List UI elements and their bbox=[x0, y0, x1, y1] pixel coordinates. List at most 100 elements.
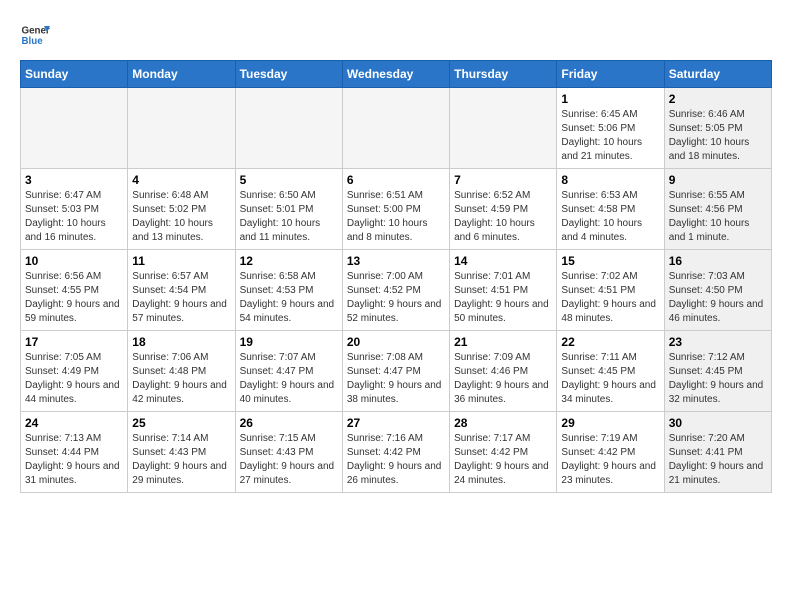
day-info: Sunrise: 7:01 AM Sunset: 4:51 PM Dayligh… bbox=[454, 270, 552, 326]
calendar-cell: 5Sunrise: 6:50 AM Sunset: 5:01 PM Daylig… bbox=[235, 169, 342, 250]
weekday-header-sunday: Sunday bbox=[21, 61, 128, 88]
calendar-week-5: 24Sunrise: 7:13 AM Sunset: 4:44 PM Dayli… bbox=[21, 412, 772, 493]
day-number: 20 bbox=[347, 335, 445, 349]
day-info: Sunrise: 7:08 AM Sunset: 4:47 PM Dayligh… bbox=[347, 351, 445, 407]
day-info: Sunrise: 6:55 AM Sunset: 4:56 PM Dayligh… bbox=[669, 189, 767, 245]
day-info: Sunrise: 6:56 AM Sunset: 4:55 PM Dayligh… bbox=[25, 270, 123, 326]
day-info: Sunrise: 6:53 AM Sunset: 4:58 PM Dayligh… bbox=[561, 189, 659, 245]
weekday-header-thursday: Thursday bbox=[450, 61, 557, 88]
day-number: 12 bbox=[240, 254, 338, 268]
weekday-header-saturday: Saturday bbox=[664, 61, 771, 88]
day-number: 30 bbox=[669, 416, 767, 430]
day-number: 29 bbox=[561, 416, 659, 430]
calendar-week-2: 3 Sunrise: 6:47 AM Sunset: 5:03 PM Daylig… bbox=[21, 169, 772, 250]
calendar-week-1: 1 Sunrise: 6:45 AM Sunset: 5:06 PM Daylig… bbox=[21, 88, 772, 169]
day-info: Sunrise: 7:02 AM Sunset: 4:51 PM Dayligh… bbox=[561, 270, 659, 326]
calendar-cell bbox=[450, 88, 557, 169]
calendar-cell: 21 Sunrise: 7:09 AM Sunset: 4:46 PM Dayli… bbox=[450, 331, 557, 412]
calendar-cell: 7 Sunrise: 6:52 AM Sunset: 4:59 PM Daylig… bbox=[450, 169, 557, 250]
calendar-cell bbox=[21, 88, 128, 169]
calendar-cell: 18 Sunrise: 7:06 AM Sunset: 4:48 PM Dayli… bbox=[128, 331, 235, 412]
calendar-cell: 3 Sunrise: 6:47 AM Sunset: 5:03 PM Daylig… bbox=[21, 169, 128, 250]
svg-text:Blue: Blue bbox=[22, 36, 44, 47]
day-info: Sunrise: 6:47 AM Sunset: 5:03 PM Dayligh… bbox=[25, 189, 123, 245]
day-number: 18 bbox=[132, 335, 230, 349]
day-info: Sunrise: 7:11 AM Sunset: 4:45 PM Dayligh… bbox=[561, 351, 659, 407]
calendar-cell: 13 Sunrise: 7:00 AM Sunset: 4:52 PM Dayli… bbox=[342, 250, 449, 331]
calendar-cell: 15 Sunrise: 7:02 AM Sunset: 4:51 PM Dayli… bbox=[557, 250, 664, 331]
day-number: 16 bbox=[669, 254, 767, 268]
calendar-cell bbox=[128, 88, 235, 169]
day-number: 8 bbox=[561, 173, 659, 187]
day-number: 22 bbox=[561, 335, 659, 349]
day-info: Sunrise: 7:09 AM Sunset: 4:46 PM Dayligh… bbox=[454, 351, 552, 407]
calendar-cell: 22 Sunrise: 7:11 AM Sunset: 4:45 PM Dayli… bbox=[557, 331, 664, 412]
calendar-cell: 29 Sunrise: 7:19 AM Sunset: 4:42 PM Dayli… bbox=[557, 412, 664, 493]
calendar-cell: 20 Sunrise: 7:08 AM Sunset: 4:47 PM Dayli… bbox=[342, 331, 449, 412]
calendar-cell: 30 Sunrise: 7:20 AM Sunset: 4:41 PM Dayli… bbox=[664, 412, 771, 493]
day-info: Sunrise: 7:00 AM Sunset: 4:52 PM Dayligh… bbox=[347, 270, 445, 326]
day-number: 15 bbox=[561, 254, 659, 268]
day-info: Sunrise: 7:15 AM Sunset: 4:43 PM Dayligh… bbox=[240, 432, 338, 488]
day-number: 9 bbox=[669, 173, 767, 187]
calendar-cell: 24Sunrise: 7:13 AM Sunset: 4:44 PM Dayli… bbox=[21, 412, 128, 493]
day-info: Sunrise: 6:51 AM Sunset: 5:00 PM Dayligh… bbox=[347, 189, 445, 245]
calendar-cell: 12 Sunrise: 6:58 AM Sunset: 4:53 PM Dayli… bbox=[235, 250, 342, 331]
calendar-cell: 19 Sunrise: 7:07 AM Sunset: 4:47 PM Dayli… bbox=[235, 331, 342, 412]
day-number: 6 bbox=[347, 173, 445, 187]
day-info: Sunrise: 6:58 AM Sunset: 4:53 PM Dayligh… bbox=[240, 270, 338, 326]
calendar-cell: 25Sunrise: 7:14 AM Sunset: 4:43 PM Dayli… bbox=[128, 412, 235, 493]
calendar-cell: 28Sunrise: 7:17 AM Sunset: 4:42 PM Dayli… bbox=[450, 412, 557, 493]
day-number: 7 bbox=[454, 173, 552, 187]
weekday-header-monday: Monday bbox=[128, 61, 235, 88]
calendar-table: SundayMondayTuesdayWednesdayThursdayFrid… bbox=[20, 60, 772, 493]
day-number: 25 bbox=[132, 416, 230, 430]
day-number: 11 bbox=[132, 254, 230, 268]
calendar-cell: 16 Sunrise: 7:03 AM Sunset: 4:50 PM Dayli… bbox=[664, 250, 771, 331]
calendar-cell: 10Sunrise: 6:56 AM Sunset: 4:55 PM Dayli… bbox=[21, 250, 128, 331]
logo: General Blue bbox=[20, 20, 50, 50]
day-info: Sunrise: 7:19 AM Sunset: 4:42 PM Dayligh… bbox=[561, 432, 659, 488]
day-info: Sunrise: 7:20 AM Sunset: 4:41 PM Dayligh… bbox=[669, 432, 767, 488]
calendar-cell: 26 Sunrise: 7:15 AM Sunset: 4:43 PM Dayli… bbox=[235, 412, 342, 493]
day-number: 21 bbox=[454, 335, 552, 349]
calendar-cell: 2Sunrise: 6:46 AM Sunset: 5:05 PM Daylig… bbox=[664, 88, 771, 169]
day-number: 17 bbox=[25, 335, 123, 349]
calendar-cell bbox=[342, 88, 449, 169]
day-info: Sunrise: 7:17 AM Sunset: 4:42 PM Dayligh… bbox=[454, 432, 552, 488]
day-number: 24 bbox=[25, 416, 123, 430]
day-number: 1 bbox=[561, 92, 659, 106]
day-info: Sunrise: 6:48 AM Sunset: 5:02 PM Dayligh… bbox=[132, 189, 230, 245]
day-info: Sunrise: 7:07 AM Sunset: 4:47 PM Dayligh… bbox=[240, 351, 338, 407]
day-info: Sunrise: 7:05 AM Sunset: 4:49 PM Dayligh… bbox=[25, 351, 123, 407]
day-number: 19 bbox=[240, 335, 338, 349]
day-number: 23 bbox=[669, 335, 767, 349]
day-info: Sunrise: 6:52 AM Sunset: 4:59 PM Dayligh… bbox=[454, 189, 552, 245]
day-info: Sunrise: 7:06 AM Sunset: 4:48 PM Dayligh… bbox=[132, 351, 230, 407]
weekday-header-wednesday: Wednesday bbox=[342, 61, 449, 88]
day-number: 13 bbox=[347, 254, 445, 268]
day-info: Sunrise: 7:12 AM Sunset: 4:45 PM Dayligh… bbox=[669, 351, 767, 407]
day-number: 27 bbox=[347, 416, 445, 430]
day-number: 26 bbox=[240, 416, 338, 430]
weekday-header-friday: Friday bbox=[557, 61, 664, 88]
calendar-cell: 17 Sunrise: 7:05 AM Sunset: 4:49 PM Dayli… bbox=[21, 331, 128, 412]
day-number: 3 bbox=[25, 173, 123, 187]
calendar-cell: 6 Sunrise: 6:51 AM Sunset: 5:00 PM Daylig… bbox=[342, 169, 449, 250]
logo-icon: General Blue bbox=[20, 20, 50, 50]
calendar-cell: 14Sunrise: 7:01 AM Sunset: 4:51 PM Dayli… bbox=[450, 250, 557, 331]
day-info: Sunrise: 7:16 AM Sunset: 4:42 PM Dayligh… bbox=[347, 432, 445, 488]
day-info: Sunrise: 6:57 AM Sunset: 4:54 PM Dayligh… bbox=[132, 270, 230, 326]
day-info: Sunrise: 6:45 AM Sunset: 5:06 PM Dayligh… bbox=[561, 108, 659, 164]
day-info: Sunrise: 7:03 AM Sunset: 4:50 PM Dayligh… bbox=[669, 270, 767, 326]
day-info: Sunrise: 6:50 AM Sunset: 5:01 PM Dayligh… bbox=[240, 189, 338, 245]
calendar-cell: 1 Sunrise: 6:45 AM Sunset: 5:06 PM Daylig… bbox=[557, 88, 664, 169]
calendar-cell: 4Sunrise: 6:48 AM Sunset: 5:02 PM Daylig… bbox=[128, 169, 235, 250]
calendar-week-3: 10Sunrise: 6:56 AM Sunset: 4:55 PM Dayli… bbox=[21, 250, 772, 331]
weekday-header-tuesday: Tuesday bbox=[235, 61, 342, 88]
calendar-cell: 27 Sunrise: 7:16 AM Sunset: 4:42 PM Dayli… bbox=[342, 412, 449, 493]
calendar-cell: 9 Sunrise: 6:55 AM Sunset: 4:56 PM Daylig… bbox=[664, 169, 771, 250]
weekday-header-row: SundayMondayTuesdayWednesdayThursdayFrid… bbox=[21, 61, 772, 88]
calendar-cell: 11 Sunrise: 6:57 AM Sunset: 4:54 PM Dayli… bbox=[128, 250, 235, 331]
calendar-cell bbox=[235, 88, 342, 169]
